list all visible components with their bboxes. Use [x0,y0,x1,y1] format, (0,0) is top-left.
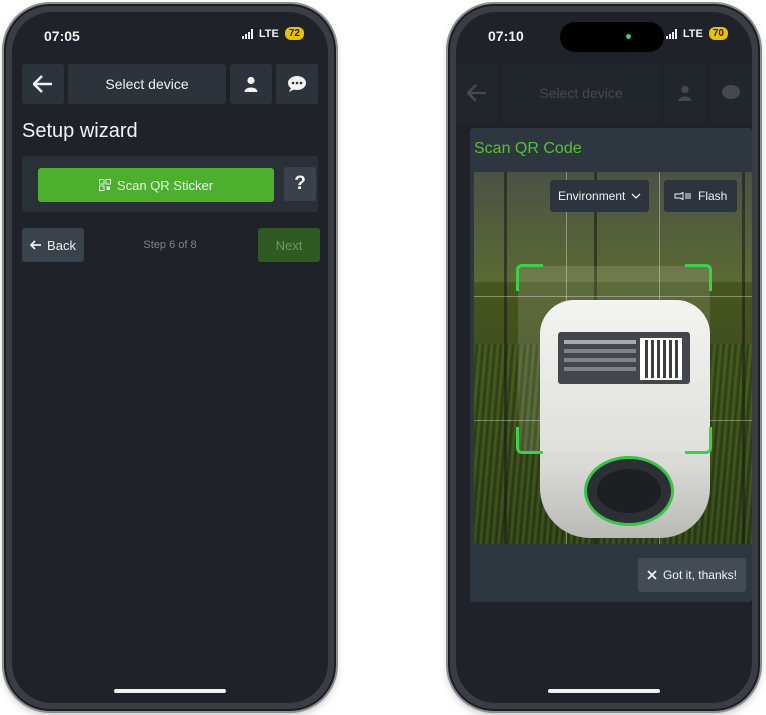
signal-icon [241,28,253,39]
scan-qr-modal: Scan QR Code Environment Flash Got it, t… [470,128,752,602]
back-arrow-button [456,64,498,122]
network-label: LTE [258,27,279,40]
dynamic-island [560,22,664,52]
wizard-heading: Setup wizard [22,120,138,142]
qr-code-icon [98,179,111,191]
camera-select-value: Environment [558,189,626,203]
phone-right: 07:10 LTE 70 Select device Scan QR Code [450,6,758,709]
status-time: 07:10 [488,28,524,44]
chat-button[interactable] [276,64,318,104]
user-button [664,64,706,122]
camera-indicator-icon [626,34,631,39]
got-it-label: Got it, thanks! [662,568,737,582]
chat-icon [288,76,306,92]
screen-right: 07:10 LTE 70 Select device Scan QR Code [456,12,752,703]
next-button[interactable]: Next [258,228,320,262]
page-title: Select device [68,64,226,104]
user-button[interactable] [230,64,272,104]
chat-icon [722,85,740,99]
status-bar: 07:05 LTE 72 [12,12,328,54]
flash-button[interactable]: Flash [664,180,738,212]
phone-left: 07:05 LTE 72 Select device Setup wizard [6,6,334,709]
top-bar-dimmed: Select device [456,64,752,122]
camera-preview[interactable]: Environment Flash [474,172,752,544]
status-time: 07:05 [44,28,80,44]
arrow-left-icon [33,75,52,93]
chevron-down-icon [631,193,641,199]
got-it-button[interactable]: Got it, thanks! [637,558,746,592]
camera-select[interactable]: Environment [550,180,650,212]
page-title: Select device [502,64,660,122]
close-icon [647,570,657,580]
flash-label: Flash [698,189,728,203]
scan-qr-button[interactable]: Scan QR Sticker [38,168,274,202]
user-icon [678,85,692,101]
battery-badge: 70 [708,27,728,40]
screen-left: 07:05 LTE 72 Select device Setup wizard [12,12,328,703]
scan-card: Scan QR Sticker ? [22,156,318,212]
chat-button [710,64,752,122]
signal-icon [665,28,677,39]
back-arrow-button[interactable] [22,64,64,104]
top-bar: Select device [22,64,318,104]
home-indicator[interactable] [548,689,660,693]
modal-title: Scan QR Code [474,140,582,157]
status-bar: 07:10 LTE 70 [456,12,752,54]
scan-qr-label: Scan QR Sticker [116,177,214,193]
charger-socket [584,456,674,526]
arrow-left-icon [467,84,486,102]
scan-viewfinder [516,264,712,454]
help-button[interactable]: ? [284,167,316,201]
network-label: LTE [682,27,703,40]
home-indicator[interactable] [114,689,226,693]
flashlight-icon [674,192,691,200]
battery-badge: 72 [284,27,304,40]
user-icon [244,76,258,92]
